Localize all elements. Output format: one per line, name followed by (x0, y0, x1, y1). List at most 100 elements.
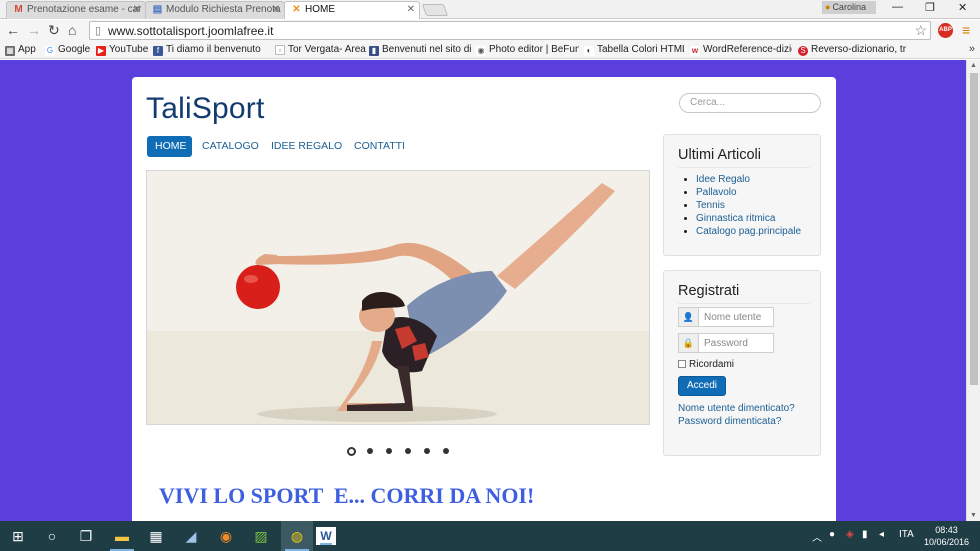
slide-dot[interactable] (367, 448, 373, 454)
article-link[interactable]: Tennis (696, 200, 725, 211)
word-icon[interactable]: W (316, 527, 336, 545)
slide-dot[interactable] (405, 448, 411, 454)
slide-dot[interactable] (424, 448, 430, 454)
close-tab-icon[interactable]: ✕ (407, 4, 415, 15)
bookmark-google[interactable]: G Google (45, 44, 90, 56)
list-item[interactable]: Pallavolo (696, 187, 820, 198)
nav-idee-regalo[interactable]: IDEE REGALO (263, 136, 350, 157)
tab-strip: M Prenotazione esame - car ✕ ▤ Modulo Rich… (0, 0, 980, 19)
remember-me[interactable]: Ricordami (678, 359, 734, 370)
slide-dot[interactable] (443, 448, 449, 454)
bookmark-benvenuti[interactable]: ▮ Benvenuti nel sito di I (369, 44, 471, 56)
close-window-icon[interactable]: ✕ (958, 1, 967, 14)
more-bookmarks-icon[interactable]: » (969, 43, 975, 55)
remember-checkbox[interactable] (678, 360, 686, 368)
bookmarks-bar: ▦ App G Google ▶ YouTube f Ti diamo il benve… (0, 41, 980, 59)
windows-start-icon[interactable]: ⊞ (2, 521, 34, 551)
file-explorer-icon[interactable]: ▬ (106, 521, 138, 551)
tab-modulo[interactable]: ▤ Modulo Richiesta Prenota ✕ (145, 1, 285, 19)
people-icon[interactable]: ● (829, 529, 835, 540)
nav-home[interactable]: HOME (147, 136, 192, 157)
list-item[interactable]: Ginnastica ritmica (696, 213, 820, 224)
page-scrollbar[interactable]: ▲ ▼ (966, 60, 980, 521)
slogan-heading: VIVI LO SPORT E... CORRI DA NOI! (159, 483, 535, 508)
network-icon[interactable]: ▮ (862, 529, 868, 540)
tab-label: Prenotazione esame - car (27, 4, 142, 15)
profile-name: Carolina (832, 2, 866, 12)
tab-gmail[interactable]: M Prenotazione esame - car ✕ (6, 1, 146, 19)
profile-button[interactable]: ● Carolina (822, 1, 876, 14)
home-icon[interactable]: ⌂ (68, 22, 76, 38)
tray-chevron-icon[interactable]: ︿ (812, 529, 822, 544)
scroll-thumb[interactable] (970, 73, 978, 385)
new-tab-button[interactable] (421, 4, 449, 16)
article-link[interactable]: Ginnastica ritmica (696, 213, 775, 224)
article-link[interactable]: Idee Regalo (696, 174, 750, 185)
image-viewer-icon[interactable]: ▨ (245, 521, 277, 551)
antivirus-icon[interactable]: ◈ (846, 529, 854, 540)
bookmark-torvergata[interactable]: ▫Tor Vergata- Area Stu (275, 44, 367, 55)
forward-icon[interactable]: → (27, 22, 41, 38)
slide-dot[interactable] (347, 447, 356, 456)
system-clock[interactable]: 08:43 10/06/2016 (924, 524, 969, 548)
volume-icon[interactable]: ◂ (879, 529, 884, 540)
bookmark-app[interactable]: ▦ App (5, 44, 36, 56)
close-tab-icon[interactable]: ✕ (133, 4, 141, 15)
login-button[interactable]: Accedi (678, 376, 726, 396)
tab-label: Modulo Richiesta Prenota (166, 4, 281, 15)
chrome-icon[interactable]: ◍ (281, 521, 313, 551)
bookmark-wordreference[interactable]: wWordReference-dizion (690, 44, 792, 56)
back-icon[interactable]: ← (6, 22, 20, 38)
site-brand[interactable]: TaliSport (146, 92, 265, 126)
login-module: Registrati 👤 Nome utente 🔒 Password Rico… (663, 270, 821, 456)
firefox-icon[interactable]: ◉ (210, 521, 242, 551)
nav-contatti[interactable]: CONTATTI (346, 136, 413, 157)
module-title: Ultimi Articoli (678, 147, 810, 168)
bookmark-label: Benvenuti nel sito di I (382, 44, 471, 55)
bookmark-reverso[interactable]: S Reverso-dizionario, tr (798, 44, 958, 56)
close-tab-icon[interactable]: ✕ (272, 4, 280, 15)
chrome-menu-icon[interactable]: ≡ (962, 22, 970, 38)
hero-slideshow[interactable] (146, 170, 650, 425)
tab-label: HOME (305, 4, 335, 15)
facebook-icon: f (153, 46, 163, 56)
slide-dot[interactable] (386, 448, 392, 454)
url-text: www.sottotalisport.joomlafree.it (108, 24, 274, 38)
username-field[interactable]: 👤 Nome utente (678, 307, 774, 327)
apps-grid-icon: ▦ (5, 46, 15, 56)
scroll-down-icon[interactable]: ▼ (970, 512, 977, 519)
bookmark-label: Tor Vergata- Area Stu (288, 44, 367, 55)
bookmark-youtube[interactable]: ▶ YouTube (96, 44, 148, 56)
article-link[interactable]: Catalogo pag.principale (696, 226, 801, 237)
minimize-icon[interactable]: — (892, 1, 903, 13)
list-item[interactable]: Idee Regalo (696, 174, 820, 185)
search-input[interactable]: Cerca... (679, 93, 821, 113)
list-item[interactable]: Catalogo pag.principale (696, 226, 820, 237)
language-indicator[interactable]: ITA (899, 529, 914, 540)
tab-home[interactable]: ✕ HOME ✕ (284, 1, 420, 19)
address-bar[interactable]: ▯ www.sottotalisport.joomlafree.it ☆ (89, 21, 931, 40)
bookmark-facebook[interactable]: f Ti diamo il benvenuto (153, 44, 271, 56)
bookmark-star-icon[interactable]: ☆ (914, 22, 927, 39)
adblock-plus-icon[interactable]: ABP (938, 23, 953, 38)
password-field[interactable]: 🔒 Password (678, 333, 774, 353)
search-icon[interactable]: ○ (36, 521, 68, 551)
task-view-icon[interactable]: ❐ (70, 521, 102, 551)
bookmark-befunky[interactable]: ◉ Photo editor | BeFunk (476, 44, 579, 56)
nav-catalogo[interactable]: CATALOGO (194, 136, 267, 157)
notepad-icon[interactable]: ◢ (175, 521, 207, 551)
clock-time: 08:43 (935, 525, 958, 535)
page-info-icon[interactable]: ▯ (95, 24, 101, 37)
bookmark-colori[interactable]: ◐Tabella Colori HTML e (584, 44, 684, 56)
list-item[interactable]: Tennis (696, 200, 820, 211)
bookmark-label: Tabella Colori HTML e (597, 44, 684, 55)
reload-icon[interactable]: ↻ (48, 22, 60, 38)
calculator-icon[interactable]: ▦ (140, 521, 172, 551)
form-icon: ▤ (152, 4, 163, 15)
camera-icon: ◉ (476, 46, 486, 56)
article-link[interactable]: Pallavolo (696, 187, 737, 198)
restore-icon[interactable]: ❐ (925, 1, 935, 14)
forgot-username-link[interactable]: Nome utente dimenticato? (678, 403, 795, 414)
scroll-up-icon[interactable]: ▲ (970, 62, 977, 69)
forgot-password-link[interactable]: Password dimenticata? (678, 416, 781, 427)
